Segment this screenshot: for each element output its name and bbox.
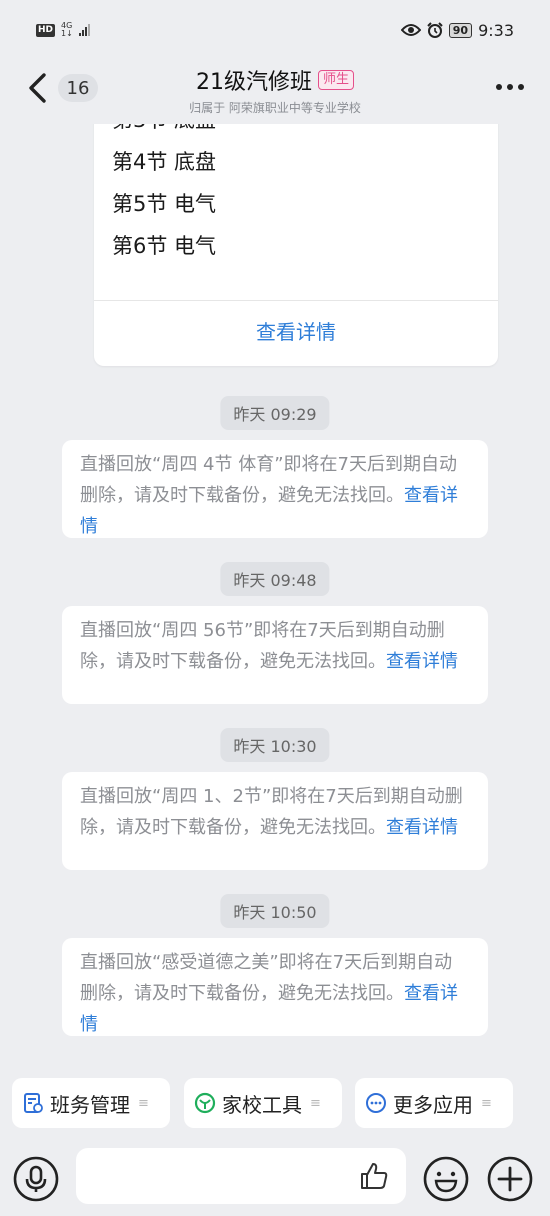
- role-tag: 师生: [317, 70, 354, 90]
- notice-view-details-link[interactable]: 查看详情: [386, 651, 458, 672]
- status-right: 90 9:33: [400, 20, 514, 40]
- status-bar: HD 4G 1↓ 90 9:33: [0, 0, 550, 60]
- group-subtitle: 归属于 阿荣旗职业中等专业学校: [189, 101, 361, 115]
- schedule-card[interactable]: 第3节 底盘 第4节 底盘 第5节 电气 第6节 电气 查看详情: [94, 124, 498, 366]
- card-line: 第5节 电气: [112, 192, 217, 216]
- system-notice: 直播回放“感受道德之美”即将在7天后到期自动删除，请及时下载备份，避免无法找回。…: [62, 938, 488, 1036]
- notice-view-details-link[interactable]: 查看详情: [386, 817, 458, 838]
- chat-area[interactable]: 第3节 底盘 第4节 底盘 第5节 电气 第6节 电气 查看详情 昨天 09:2…: [0, 124, 550, 1064]
- class-admin-button[interactable]: 班务管理 ≡: [12, 1078, 170, 1128]
- emoji-icon[interactable]: [422, 1155, 470, 1203]
- drag-handle-icon: ≡: [310, 1095, 321, 1111]
- more-options-icon[interactable]: [496, 84, 524, 90]
- message-timestamp: 昨天 09:48: [220, 562, 330, 596]
- quick-app-label: 更多应用: [393, 1092, 473, 1117]
- notice-text: 直播回放“感受道德之美”即将在7天后到期自动删除，请及时下载备份，避免无法找回。: [80, 952, 453, 1004]
- home-school-icon: [194, 1092, 216, 1114]
- title-block: 21级汽修班 师生 归属于 阿荣旗职业中等专业学校: [0, 64, 550, 116]
- chat-header: 16 21级汽修班 师生 归属于 阿荣旗职业中等专业学校: [0, 60, 550, 124]
- more-apps-icon: [366, 1093, 386, 1113]
- network-bottom-text: 1↓: [61, 29, 73, 38]
- quick-app-label: 家校工具: [222, 1092, 302, 1117]
- plus-icon[interactable]: [486, 1155, 534, 1203]
- hd-badge: HD: [36, 23, 56, 37]
- title-line: 21级汽修班 师生: [0, 64, 550, 96]
- microphone-icon[interactable]: [12, 1155, 60, 1203]
- drag-handle-icon: ≡: [138, 1095, 149, 1111]
- status-left: HD 4G 1↓: [36, 22, 90, 38]
- card-line: 第3节 底盘: [112, 124, 216, 134]
- eye-icon: [400, 24, 421, 36]
- system-notice: 直播回放“周四 56节”即将在7天后到期自动删除，请及时下载备份，避免无法找回。…: [62, 606, 488, 704]
- message-timestamp: 昨天 10:30: [220, 728, 330, 762]
- message-timestamp: 昨天 10:50: [220, 894, 330, 928]
- home-school-button[interactable]: 家校工具 ≡: [184, 1078, 342, 1128]
- notice-text: 直播回放“周四 4节 体育”即将在7天后到期自动删除，请及时下载备份，避免无法找…: [80, 454, 457, 506]
- quick-app-label: 班务管理: [50, 1092, 130, 1117]
- thumbs-up-icon[interactable]: [358, 1160, 390, 1192]
- quick-apps-bar: 班务管理 ≡ 家校工具 ≡ 更多应用 ≡: [0, 1078, 550, 1130]
- card-line: 第6节 电气: [112, 234, 217, 258]
- card-divider: [94, 300, 498, 301]
- system-notice: 直播回放“周四 1、2节”即将在7天后到期自动删除，请及时下载备份，避免无法找回…: [62, 772, 488, 870]
- message-input-bar: [0, 1140, 550, 1216]
- message-timestamp: 昨天 09:29: [220, 396, 330, 430]
- clock-time: 9:33: [478, 20, 514, 40]
- network-type: 4G 1↓: [61, 22, 73, 38]
- card-view-details-link[interactable]: 查看详情: [94, 316, 498, 345]
- class-admin-icon: [24, 1093, 43, 1113]
- signal-icon: [78, 24, 90, 36]
- group-title: 21级汽修班: [195, 70, 312, 95]
- card-line: 第4节 底盘: [112, 150, 217, 174]
- message-input[interactable]: [76, 1148, 406, 1204]
- system-notice: 直播回放“周四 4节 体育”即将在7天后到期自动删除，请及时下载备份，避免无法找…: [62, 440, 488, 538]
- battery-icon: 90: [448, 22, 473, 38]
- more-apps-button[interactable]: 更多应用 ≡: [355, 1078, 513, 1128]
- alarm-icon: [427, 22, 443, 38]
- drag-handle-icon: ≡: [481, 1095, 492, 1111]
